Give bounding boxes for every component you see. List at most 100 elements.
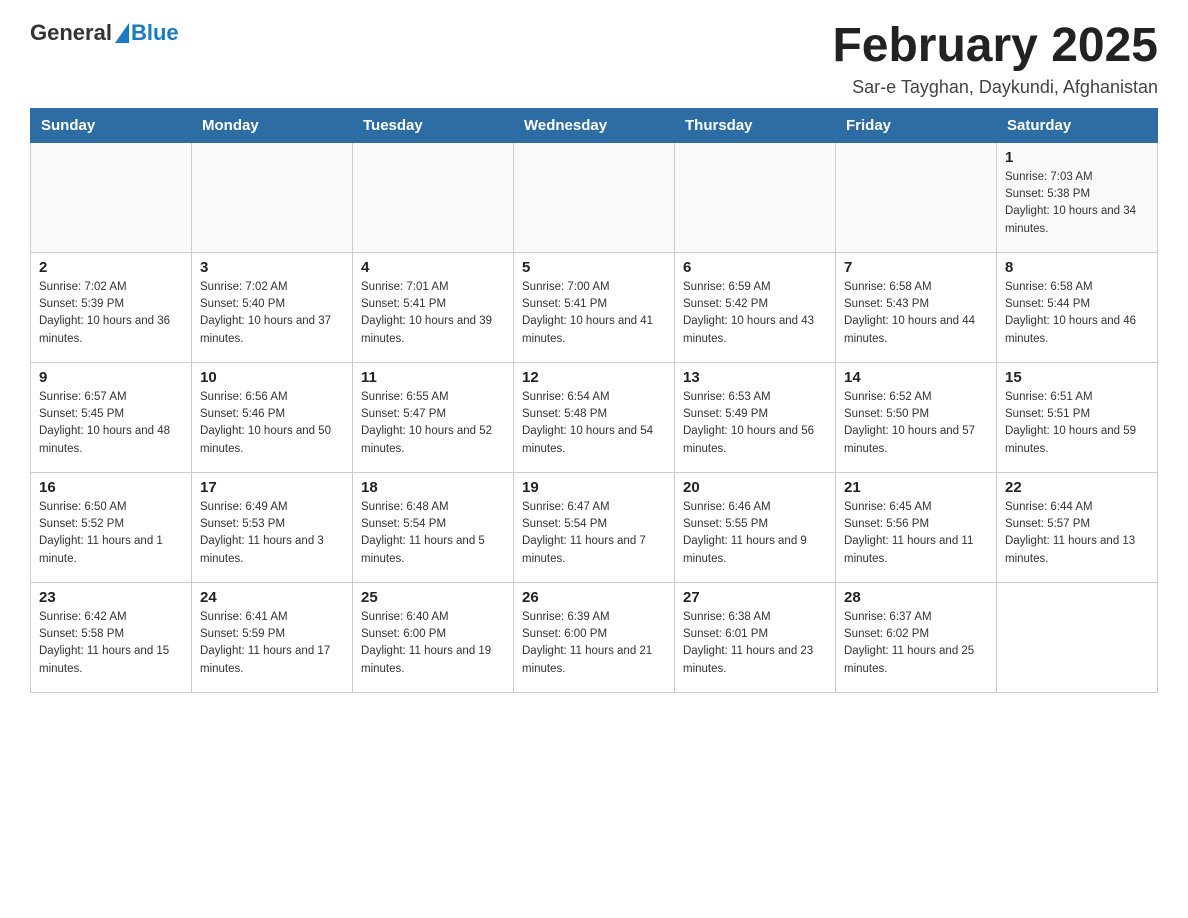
calendar-cell — [192, 142, 353, 252]
day-number: 20 — [683, 479, 827, 496]
calendar-cell: 15 Sunrise: 6:51 AMSunset: 5:51 PMDayligh… — [997, 362, 1158, 472]
day-info: Sunrise: 6:40 AMSunset: 6:00 PMDaylight:… — [361, 609, 505, 678]
calendar-cell: 25 Sunrise: 6:40 AMSunset: 6:00 PMDayligh… — [353, 582, 514, 692]
day-number: 28 — [844, 589, 988, 606]
day-number: 2 — [39, 259, 183, 276]
week-row-1: 1 Sunrise: 7:03 AMSunset: 5:38 PMDaylight… — [31, 142, 1158, 252]
day-info: Sunrise: 7:02 AMSunset: 5:40 PMDaylight:… — [200, 279, 344, 348]
calendar-cell: 17 Sunrise: 6:49 AMSunset: 5:53 PMDayligh… — [192, 472, 353, 582]
day-info: Sunrise: 6:57 AMSunset: 5:45 PMDaylight:… — [39, 389, 183, 458]
calendar-cell: 4 Sunrise: 7:01 AMSunset: 5:41 PMDaylight… — [353, 252, 514, 362]
calendar-cell: 26 Sunrise: 6:39 AMSunset: 6:00 PMDayligh… — [514, 582, 675, 692]
logo-triangle-icon — [115, 23, 129, 43]
day-number: 22 — [1005, 479, 1149, 496]
calendar-cell: 5 Sunrise: 7:00 AMSunset: 5:41 PMDaylight… — [514, 252, 675, 362]
day-number: 25 — [361, 589, 505, 606]
logo-general-text: General — [30, 20, 112, 46]
day-info: Sunrise: 6:58 AMSunset: 5:43 PMDaylight:… — [844, 279, 988, 348]
calendar-cell — [997, 582, 1158, 692]
column-header-friday: Friday — [836, 108, 997, 142]
logo-blue-text: Blue — [131, 20, 179, 46]
calendar-header-row: SundayMondayTuesdayWednesdayThursdayFrid… — [31, 108, 1158, 142]
calendar-cell: 9 Sunrise: 6:57 AMSunset: 5:45 PMDaylight… — [31, 362, 192, 472]
day-info: Sunrise: 6:54 AMSunset: 5:48 PMDaylight:… — [522, 389, 666, 458]
day-info: Sunrise: 6:42 AMSunset: 5:58 PMDaylight:… — [39, 609, 183, 678]
day-number: 23 — [39, 589, 183, 606]
day-number: 17 — [200, 479, 344, 496]
day-number: 6 — [683, 259, 827, 276]
calendar-cell: 27 Sunrise: 6:38 AMSunset: 6:01 PMDayligh… — [675, 582, 836, 692]
day-number: 19 — [522, 479, 666, 496]
day-info: Sunrise: 6:39 AMSunset: 6:00 PMDaylight:… — [522, 609, 666, 678]
calendar-cell: 6Sunrise: 6:59 AMSunset: 5:42 PMDaylight… — [675, 252, 836, 362]
calendar-cell: 3 Sunrise: 7:02 AMSunset: 5:40 PMDaylight… — [192, 252, 353, 362]
day-number: 3 — [200, 259, 344, 276]
day-number: 24 — [200, 589, 344, 606]
day-info: Sunrise: 6:46 AMSunset: 5:55 PMDaylight:… — [683, 499, 827, 568]
calendar-subtitle: Sar-e Tayghan, Daykundi, Afghanistan — [832, 77, 1158, 98]
logo: General Blue — [30, 20, 179, 46]
calendar-cell: 28 Sunrise: 6:37 AMSunset: 6:02 PMDayligh… — [836, 582, 997, 692]
week-row-4: 16Sunrise: 6:50 AMSunset: 5:52 PMDayligh… — [31, 472, 1158, 582]
calendar-cell: 10Sunrise: 6:56 AMSunset: 5:46 PMDayligh… — [192, 362, 353, 472]
calendar-cell: 2 Sunrise: 7:02 AMSunset: 5:39 PMDaylight… — [31, 252, 192, 362]
title-block: February 2025 Sar-e Tayghan, Daykundi, A… — [832, 20, 1158, 98]
day-number: 18 — [361, 479, 505, 496]
day-info: Sunrise: 6:44 AMSunset: 5:57 PMDaylight:… — [1005, 499, 1149, 568]
calendar-cell — [514, 142, 675, 252]
calendar-cell — [353, 142, 514, 252]
day-info: Sunrise: 6:41 AMSunset: 5:59 PMDaylight:… — [200, 609, 344, 678]
day-info: Sunrise: 6:37 AMSunset: 6:02 PMDaylight:… — [844, 609, 988, 678]
calendar-cell: 14Sunrise: 6:52 AMSunset: 5:50 PMDayligh… — [836, 362, 997, 472]
day-number: 14 — [844, 369, 988, 386]
day-info: Sunrise: 7:01 AMSunset: 5:41 PMDaylight:… — [361, 279, 505, 348]
week-row-2: 2 Sunrise: 7:02 AMSunset: 5:39 PMDaylight… — [31, 252, 1158, 362]
column-header-wednesday: Wednesday — [514, 108, 675, 142]
calendar-table: SundayMondayTuesdayWednesdayThursdayFrid… — [30, 108, 1158, 693]
calendar-cell: 19 Sunrise: 6:47 AMSunset: 5:54 PMDayligh… — [514, 472, 675, 582]
week-row-3: 9 Sunrise: 6:57 AMSunset: 5:45 PMDaylight… — [31, 362, 1158, 472]
day-number: 8 — [1005, 259, 1149, 276]
day-number: 5 — [522, 259, 666, 276]
calendar-cell: 20 Sunrise: 6:46 AMSunset: 5:55 PMDayligh… — [675, 472, 836, 582]
calendar-cell: 23 Sunrise: 6:42 AMSunset: 5:58 PMDayligh… — [31, 582, 192, 692]
week-row-5: 23 Sunrise: 6:42 AMSunset: 5:58 PMDayligh… — [31, 582, 1158, 692]
day-info: Sunrise: 7:00 AMSunset: 5:41 PMDaylight:… — [522, 279, 666, 348]
day-number: 15 — [1005, 369, 1149, 386]
day-info: Sunrise: 6:47 AMSunset: 5:54 PMDaylight:… — [522, 499, 666, 568]
calendar-cell: 8 Sunrise: 6:58 AMSunset: 5:44 PMDaylight… — [997, 252, 1158, 362]
day-info: Sunrise: 6:58 AMSunset: 5:44 PMDaylight:… — [1005, 279, 1149, 348]
calendar-title: February 2025 — [832, 20, 1158, 73]
column-header-sunday: Sunday — [31, 108, 192, 142]
calendar-cell: 11Sunrise: 6:55 AMSunset: 5:47 PMDayligh… — [353, 362, 514, 472]
day-info: Sunrise: 7:02 AMSunset: 5:39 PMDaylight:… — [39, 279, 183, 348]
day-number: 13 — [683, 369, 827, 386]
column-header-saturday: Saturday — [997, 108, 1158, 142]
day-info: Sunrise: 6:49 AMSunset: 5:53 PMDaylight:… — [200, 499, 344, 568]
day-info: Sunrise: 6:38 AMSunset: 6:01 PMDaylight:… — [683, 609, 827, 678]
column-header-monday: Monday — [192, 108, 353, 142]
day-number: 26 — [522, 589, 666, 606]
day-number: 10 — [200, 369, 344, 386]
day-info: Sunrise: 6:51 AMSunset: 5:51 PMDaylight:… — [1005, 389, 1149, 458]
day-info: Sunrise: 6:48 AMSunset: 5:54 PMDaylight:… — [361, 499, 505, 568]
calendar-cell: 18 Sunrise: 6:48 AMSunset: 5:54 PMDayligh… — [353, 472, 514, 582]
calendar-cell: 13 Sunrise: 6:53 AMSunset: 5:49 PMDayligh… — [675, 362, 836, 472]
day-info: Sunrise: 7:03 AMSunset: 5:38 PMDaylight:… — [1005, 169, 1149, 238]
calendar-cell — [31, 142, 192, 252]
day-number: 16 — [39, 479, 183, 496]
day-number: 9 — [39, 369, 183, 386]
day-number: 27 — [683, 589, 827, 606]
day-number: 7 — [844, 259, 988, 276]
calendar-cell: 21Sunrise: 6:45 AMSunset: 5:56 PMDayligh… — [836, 472, 997, 582]
calendar-cell: 1 Sunrise: 7:03 AMSunset: 5:38 PMDaylight… — [997, 142, 1158, 252]
day-number: 11 — [361, 369, 505, 386]
day-number: 4 — [361, 259, 505, 276]
calendar-cell: 16Sunrise: 6:50 AMSunset: 5:52 PMDayligh… — [31, 472, 192, 582]
day-number: 1 — [1005, 149, 1149, 166]
day-number: 12 — [522, 369, 666, 386]
column-header-tuesday: Tuesday — [353, 108, 514, 142]
calendar-cell: 24 Sunrise: 6:41 AMSunset: 5:59 PMDayligh… — [192, 582, 353, 692]
day-info: Sunrise: 6:53 AMSunset: 5:49 PMDaylight:… — [683, 389, 827, 458]
calendar-cell: 22 Sunrise: 6:44 AMSunset: 5:57 PMDayligh… — [997, 472, 1158, 582]
